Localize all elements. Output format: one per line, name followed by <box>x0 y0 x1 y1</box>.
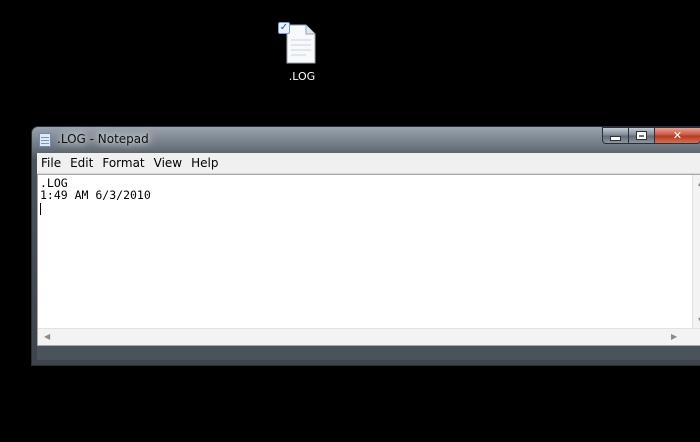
minimize-icon <box>610 136 621 141</box>
vertical-scrollbar[interactable]: ▲ ▼ <box>692 175 700 330</box>
scroll-right-arrow-icon[interactable]: ▶ <box>671 333 677 341</box>
notepad-window: .LOG - Notepad ✕ File Edit Format View H… <box>31 126 700 366</box>
desktop-file-log[interactable]: ✓ .LOG <box>274 20 330 90</box>
close-button[interactable]: ✕ <box>655 127 700 144</box>
window-bottom-frame <box>37 346 700 360</box>
menu-format[interactable]: Format <box>98 156 149 170</box>
selection-checkbox-icon[interactable]: ✓ <box>278 22 290 34</box>
window-title: .LOG - Notepad <box>57 132 149 146</box>
menu-edit[interactable]: Edit <box>66 156 98 170</box>
text-caret <box>40 203 41 215</box>
menu-bar: File Edit Format View Help <box>37 153 700 174</box>
close-icon: ✕ <box>672 129 683 142</box>
editor-content[interactable]: .LOG 1:49 AM 6/3/2010 <box>40 177 151 201</box>
menu-view[interactable]: View <box>150 156 187 170</box>
menu-file[interactable]: File <box>37 156 66 170</box>
horizontal-scrollbar[interactable]: ◀ ▶ <box>38 328 700 345</box>
notepad-icon[interactable] <box>39 133 51 147</box>
maximize-icon <box>636 131 647 140</box>
text-document-icon <box>286 24 316 64</box>
editor-line-2: 1:49 AM 6/3/2010 <box>40 188 151 202</box>
window-controls: ✕ <box>602 127 700 145</box>
title-bar[interactable]: .LOG - Notepad ✕ <box>32 127 700 153</box>
desktop-file-label: .LOG <box>288 70 316 83</box>
minimize-button[interactable] <box>602 127 629 144</box>
text-editor[interactable]: .LOG 1:49 AM 6/3/2010 ▲ ▼ ◀ ▶ <box>37 174 700 346</box>
menu-help[interactable]: Help <box>187 156 223 170</box>
scroll-left-arrow-icon[interactable]: ◀ <box>44 333 50 341</box>
maximize-button[interactable] <box>629 127 655 144</box>
